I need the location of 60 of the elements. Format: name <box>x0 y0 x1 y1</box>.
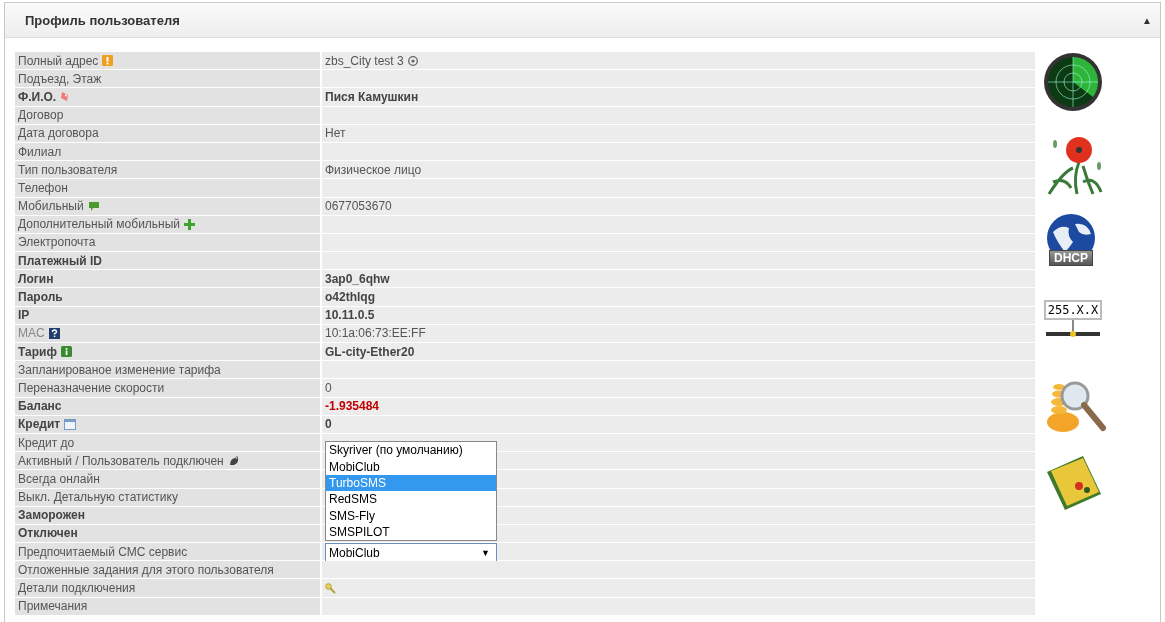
field-label: Активный / Пользователь подключен <box>18 453 224 468</box>
network-mask-drawing[interactable]: 255.X.X <box>1043 292 1103 340</box>
field-value: 0677053670 <box>325 199 392 214</box>
field-label: Примечания <box>18 599 88 614</box>
tag-icon <box>60 91 71 103</box>
dropdown-option[interactable]: RedSMS <box>326 491 496 508</box>
field-value: 10:1a:06:73:EE:FF <box>325 326 426 341</box>
field-value: Пися Камушкин <box>325 89 419 104</box>
field-label: Дополнительный мобильный <box>18 217 181 232</box>
field-label: Телефон <box>18 180 68 195</box>
field-value: 10.11.0.5 <box>325 308 375 323</box>
refresh-icon[interactable] <box>407 55 418 66</box>
field-label: Договор <box>18 108 64 123</box>
field-value: Физическое лицо <box>325 162 422 177</box>
field-label: Тариф <box>18 344 57 359</box>
field-label: Отложенные задания для этого пользователя <box>18 562 274 577</box>
field-label: Полный адрес <box>18 53 99 68</box>
radar-drawing[interactable] <box>1043 52 1103 112</box>
calendar-icon[interactable] <box>64 418 77 430</box>
field-value: zbs_City test 3 <box>325 53 404 68</box>
field-value: 3ap0_6qhw <box>325 271 390 286</box>
field-value: 0 <box>325 417 332 432</box>
dropdown-option[interactable]: Skyriver (по умолчанию) <box>326 442 496 459</box>
panel-title: Профиль пользователя <box>25 12 180 28</box>
field-label: Отключен <box>18 526 78 541</box>
field-label: Запланированое изменение тарифа <box>18 362 221 377</box>
field-label: Переназначение скорости <box>18 380 165 395</box>
warning-icon <box>102 55 114 67</box>
dropdown-option[interactable]: SMS-Fly <box>326 507 496 524</box>
field-label: Платежный ID <box>18 253 103 268</box>
field-label: Подъезд, Этаж <box>18 71 102 86</box>
field-label: Мобильный <box>18 199 84 214</box>
field-label: Логин <box>18 271 54 286</box>
field-label: Электропочта <box>18 235 96 250</box>
field-value: o42thlqg <box>325 290 375 305</box>
field-label: Предпочитаемый СМС сервис <box>18 544 188 559</box>
field-label: Пароль <box>18 290 63 305</box>
field-label: Кредит до <box>18 435 75 450</box>
field-value: Нет <box>325 126 346 141</box>
field-label: IP <box>18 308 30 323</box>
field-value: -1.935484 <box>325 399 380 414</box>
field-label: Филиал <box>18 144 62 159</box>
dropdown-option[interactable]: SMSPILOT <box>326 523 496 541</box>
field-value: GL-city-Ether20 <box>325 344 415 359</box>
dropdown-option[interactable]: MobiClub <box>326 458 496 475</box>
field-label: Ф.И.О. <box>18 89 57 104</box>
field-label: Детали подключения <box>18 581 136 596</box>
field-label: Дата договора <box>18 126 99 141</box>
field-label: Кредит <box>18 417 61 432</box>
field-label: Заморожен <box>18 508 85 523</box>
speech-bubble-icon[interactable] <box>87 200 100 212</box>
field-label: Выкл. Детальную статистику <box>18 490 178 505</box>
field-label: Тип пользователя <box>18 162 118 177</box>
field-label: Всегда онлайн <box>18 471 100 486</box>
info-icon[interactable] <box>60 346 72 358</box>
help-icon[interactable] <box>48 327 60 339</box>
collapse-toggle[interactable]: ▲ <box>1142 14 1152 26</box>
field-label: Баланс <box>18 399 62 414</box>
field-value: 0 <box>325 380 332 395</box>
field-label: MAC <box>18 326 45 341</box>
